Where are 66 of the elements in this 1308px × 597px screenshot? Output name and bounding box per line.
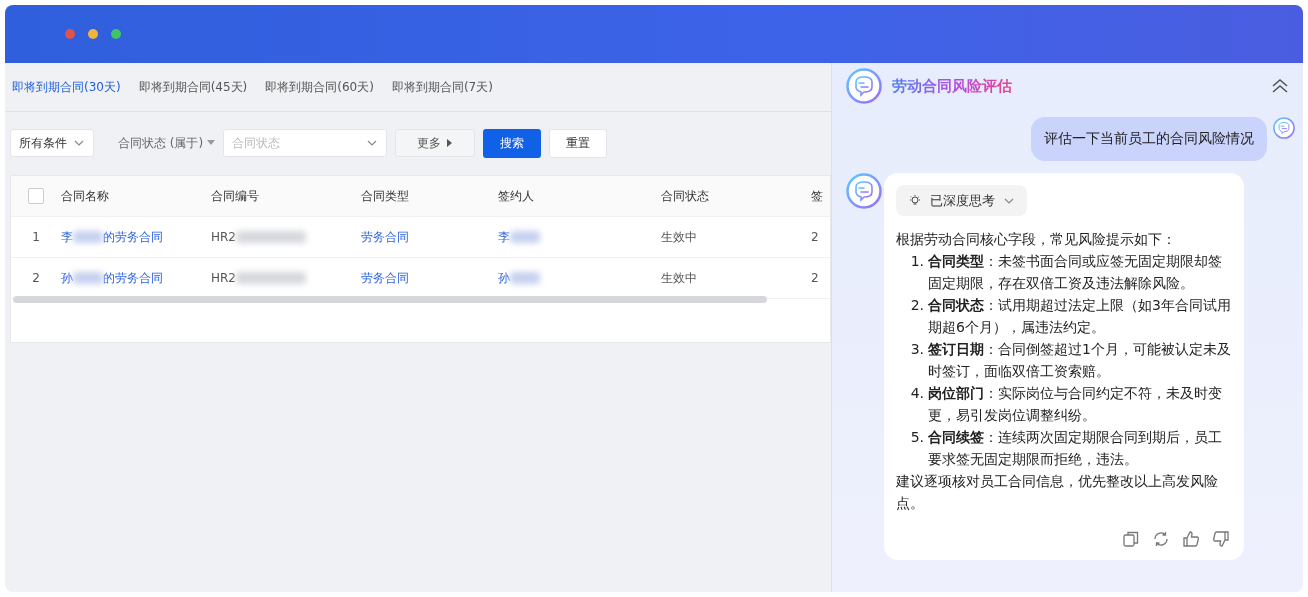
risk-item: 合同续签：连续两次固定期限合同到期后，员工要求签无固定期限而拒绝，违法。 — [928, 428, 1223, 469]
redaction-blur — [236, 231, 306, 243]
refresh-icon[interactable] — [1152, 530, 1170, 548]
risk-item: 签订日期：合同倒签超过1个月，可能被认定未及时签订，面临双倍工资索赔。 — [928, 340, 1232, 381]
column-header: 合同类型 — [361, 187, 409, 205]
window-control-icon[interactable] — [111, 29, 121, 39]
status-text: 生效中 — [661, 269, 697, 287]
list-number: 4. — [909, 384, 924, 403]
caret-right-icon — [447, 139, 454, 147]
contract-type-link[interactable]: 劳务合同 — [361, 269, 409, 287]
filter-tab[interactable]: 即将到期合同(45天) — [138, 78, 248, 96]
thumbs-down-icon[interactable] — [1212, 530, 1230, 548]
list-number: 3. — [909, 340, 924, 359]
contract-number: HR2 — [211, 230, 236, 244]
contract-name-link[interactable]: 李 — [61, 228, 73, 246]
redaction-blur — [510, 231, 540, 243]
copy-icon[interactable] — [1122, 530, 1140, 548]
contract-name-link[interactable]: 的劳务合同 — [103, 269, 163, 287]
list-number: 2. — [909, 296, 924, 315]
filter-tab[interactable]: 即将到期合同(60天) — [265, 78, 374, 96]
row-index: 1 — [32, 230, 40, 244]
row-index: 2 — [32, 271, 40, 285]
lightbulb-icon — [908, 193, 922, 208]
answer-intro: 根据劳动合同核心字段，常见风险提示如下： — [896, 230, 1177, 249]
list-number: 1. — [909, 252, 924, 271]
panel-title: 劳动合同风险评估 — [892, 76, 1012, 96]
contract-type-link[interactable]: 劳务合同 — [361, 228, 409, 246]
redaction-blur — [73, 272, 103, 284]
filter-tab[interactable]: 即将到期合同(7天) — [391, 78, 493, 96]
field-label: 合同状态 (属于) — [118, 134, 204, 152]
scrollbar[interactable] — [13, 296, 767, 303]
robot-avatar-icon — [846, 68, 882, 104]
window-control-icon[interactable] — [88, 29, 98, 39]
filter-tab[interactable]: 即将到期合同(30天) — [12, 78, 121, 96]
select-all-checkbox[interactable] — [28, 188, 44, 204]
table-cell: 2 — [811, 230, 819, 244]
column-header: 合同名称 — [61, 187, 109, 205]
risk-item: 合同状态：试用期超过法定上限（如3年合同试用期超6个月），属违法约定。 — [928, 296, 1232, 337]
thumbs-up-icon[interactable] — [1182, 530, 1200, 548]
redaction-blur — [236, 272, 306, 284]
redaction-blur — [73, 231, 103, 243]
table-cell: 2 — [811, 271, 819, 285]
contract-name-link[interactable]: 孙 — [61, 269, 73, 287]
search-button[interactable]: 搜索 — [483, 128, 542, 158]
condition-select[interactable]: 所有条件 — [10, 129, 94, 157]
contract-name-link[interactable]: 的劳务合同 — [103, 228, 163, 246]
column-header: 合同状态 — [661, 187, 709, 205]
reset-button[interactable]: 重置 — [549, 128, 608, 158]
user-message: 评估一下当前员工的合同风险情况 — [1031, 117, 1267, 161]
thinking-toggle[interactable]: 已深度思考 — [896, 185, 1027, 216]
status-text: 生效中 — [661, 228, 697, 246]
caret-down-icon — [207, 140, 216, 146]
column-header: 签 — [811, 187, 823, 205]
more-button[interactable]: 更多 — [395, 129, 476, 157]
contract-number: HR2 — [211, 271, 236, 285]
answer-conclusion: 建议逐项核对员工合同信息，优先整改以上高发风险点。 — [896, 472, 1219, 513]
column-header: 合同编号 — [211, 187, 259, 205]
risk-item: 岗位部门：实际岗位与合同约定不符，未及时变更，易引发岗位调整纠纷。 — [928, 384, 1223, 425]
column-header: 签约人 — [498, 187, 534, 205]
redaction-blur — [510, 272, 540, 284]
signer-link[interactable]: 李 — [498, 228, 510, 246]
list-number: 5. — [909, 428, 924, 447]
robot-avatar-icon — [1273, 117, 1295, 139]
robot-avatar-icon — [846, 173, 882, 209]
risk-item: 合同类型：未签书面合同或应签无固定期限却签固定期限，存在双倍工资及违法解除风险。 — [928, 252, 1223, 293]
signer-link[interactable]: 孙 — [498, 269, 510, 287]
